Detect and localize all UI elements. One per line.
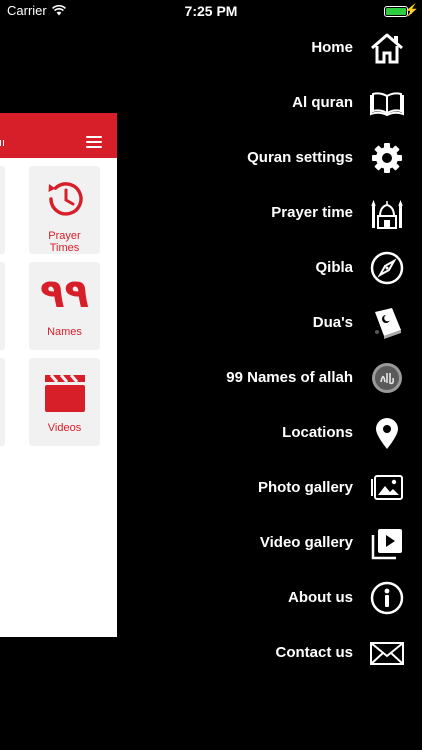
tile-partial[interactable] bbox=[0, 358, 5, 446]
tile-videos[interactable]: Videos bbox=[29, 358, 100, 446]
menu-item-label: Quran settings bbox=[247, 149, 353, 166]
tile-prayer-times[interactable]: Prayer Times bbox=[29, 166, 100, 254]
arabic-99-icon: ٩٩ bbox=[40, 271, 89, 317]
charging-icon: ⚡ bbox=[404, 3, 419, 17]
menu-item-about-us[interactable]: About us bbox=[104, 578, 404, 618]
menu-item-contact-us[interactable]: Contact us bbox=[104, 633, 404, 673]
battery-level bbox=[386, 8, 406, 15]
clapperboard-icon bbox=[45, 374, 85, 412]
hamburger-menu-icon[interactable] bbox=[86, 136, 102, 149]
menu-item-photo-gallery[interactable]: Photo gallery bbox=[104, 468, 404, 508]
menu-item-label: Al quran bbox=[292, 94, 353, 111]
menu-item-locations[interactable]: Locations bbox=[104, 413, 404, 453]
menu-item-label: Qibla bbox=[315, 259, 353, 276]
menu-item-label: Home bbox=[311, 39, 353, 56]
menu-item-duas[interactable]: Dua's bbox=[104, 303, 404, 343]
header-title-fragment bbox=[0, 140, 4, 146]
home-icon bbox=[371, 33, 403, 64]
menu-item-label: Locations bbox=[282, 424, 353, 441]
video-gallery-icon bbox=[371, 529, 402, 560]
menu-item-home[interactable]: Home bbox=[104, 28, 404, 68]
mosque-icon bbox=[371, 199, 403, 229]
tile-label: Videos bbox=[47, 422, 82, 434]
tile-partial[interactable] bbox=[0, 262, 5, 350]
status-bar: Carrier 7:25 PM ⚡ bbox=[0, 0, 422, 22]
compass-icon bbox=[370, 251, 404, 285]
menu-item-al-quran[interactable]: Al quran bbox=[104, 83, 404, 123]
menu-item-label: Video gallery bbox=[259, 534, 353, 551]
menu-item-99-names[interactable]: 99 Names of allah bbox=[104, 358, 404, 398]
tile-label: Names bbox=[47, 326, 82, 338]
location-pin-icon bbox=[376, 418, 398, 449]
open-book-icon bbox=[370, 92, 404, 117]
gear-icon bbox=[372, 143, 402, 173]
clock-time: 7:25 PM bbox=[184, 3, 238, 19]
app-header bbox=[0, 113, 117, 158]
allah-calligraphy-icon bbox=[372, 363, 402, 393]
tile-label: Prayer Times bbox=[48, 230, 81, 254]
tile-names[interactable]: ٩٩ Names bbox=[29, 262, 100, 350]
prayer-book-icon bbox=[375, 308, 401, 339]
menu-item-label: Dua's bbox=[312, 314, 353, 331]
menu-item-qibla[interactable]: Qibla bbox=[104, 248, 404, 288]
menu-item-label: Photo gallery bbox=[257, 479, 353, 496]
tile-partial[interactable] bbox=[0, 166, 5, 254]
photo-gallery-icon bbox=[371, 475, 403, 500]
envelope-icon bbox=[370, 642, 404, 665]
menu-item-video-gallery[interactable]: Video gallery bbox=[104, 523, 404, 563]
menu-item-label: Contact us bbox=[275, 644, 353, 661]
info-icon bbox=[370, 581, 404, 615]
menu-item-label: About us bbox=[288, 589, 353, 606]
clock-history-icon bbox=[48, 182, 83, 216]
menu-item-quran-settings[interactable]: Quran settings bbox=[104, 138, 404, 178]
main-app-panel[interactable]: Prayer Times ٩٩ Names Videos bbox=[0, 113, 117, 637]
menu-item-label: 99 Names of allah bbox=[226, 369, 353, 386]
menu-item-prayer-time[interactable]: Prayer time bbox=[104, 193, 404, 233]
menu-item-label: Prayer time bbox=[271, 204, 353, 221]
